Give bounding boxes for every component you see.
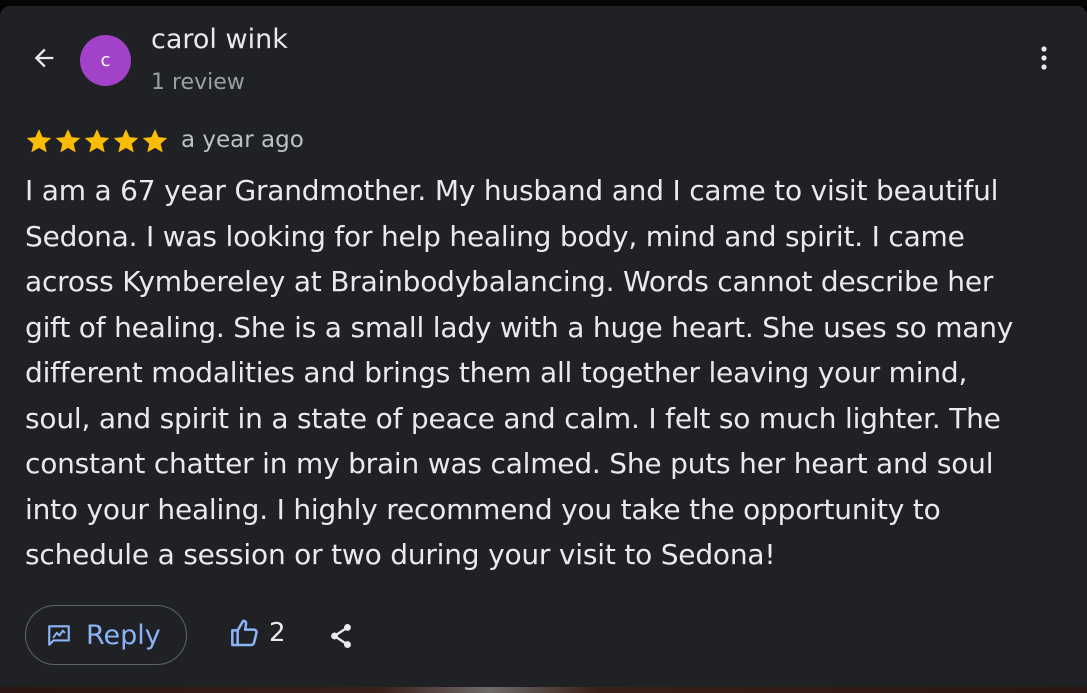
share-button[interactable] xyxy=(324,619,358,653)
like-count: 2 xyxy=(269,618,286,648)
review-text: I am a 67 year Grandmother. My husband a… xyxy=(25,174,1014,571)
star-icon xyxy=(55,129,81,153)
star-icon xyxy=(142,129,168,153)
more-options-button[interactable] xyxy=(1024,38,1064,78)
review-count: 1 review xyxy=(151,70,245,95)
avatar[interactable]: c xyxy=(80,35,131,86)
star-icon xyxy=(26,129,52,153)
avatar-initial: c xyxy=(100,50,111,71)
thumb-up-icon xyxy=(231,619,258,647)
star-icon xyxy=(113,129,139,153)
more-vert-icon xyxy=(1041,46,1047,70)
reply-label: Reply xyxy=(86,619,161,651)
share-icon xyxy=(331,623,351,649)
reply-button[interactable]: Reply xyxy=(25,605,187,665)
reply-icon xyxy=(48,625,70,646)
back-button[interactable] xyxy=(24,38,64,78)
reviewer-name[interactable]: carol wink xyxy=(151,24,288,55)
star-icon xyxy=(84,129,110,153)
review-timestamp: a year ago xyxy=(181,127,304,153)
star-rating xyxy=(25,127,169,155)
like-button[interactable]: 2 xyxy=(229,617,286,649)
background-image-edge xyxy=(0,687,1087,693)
arrow-back-icon xyxy=(34,48,54,68)
